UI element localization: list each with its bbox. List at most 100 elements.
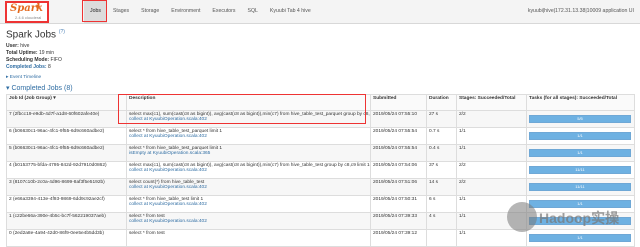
watermark-text: Hadoop实操	[539, 210, 620, 226]
description-link[interactable]: collect at KyuubiOperation.scala:402	[129, 168, 368, 173]
stages-cell: 2/2	[456, 178, 527, 196]
submitted-cell: 2019/05/24 07:55:54	[370, 127, 427, 145]
description-cell: select count(*) from hive_table_test coll…	[126, 178, 371, 196]
tasks-cell: 11/11	[526, 178, 635, 196]
description-cell: select * from hive_table_test_parquet li…	[126, 144, 371, 162]
tasks-progress-label: 11/11	[575, 184, 585, 189]
job-summary: User: hive Total Uptime: 19 min Scheduli…	[6, 43, 62, 71]
nav-tabs: Jobs Stages Storage Environment Executor…	[84, 0, 317, 23]
column-header-tasks[interactable]: Tasks (for all stages): Succeeded/Total	[526, 94, 635, 111]
stages-cell: 2/2	[456, 110, 527, 128]
submitted-cell: 2019/05/24 07:51:06	[370, 178, 427, 196]
completed-jobs-link[interactable]: Completed Jobs:	[6, 64, 47, 70]
submitted-cell: 2019/05/24 07:55:10	[370, 110, 427, 128]
stages-cell: 1/1	[456, 127, 527, 145]
event-timeline-toggle[interactable]: ▸ Event Timeline	[6, 75, 41, 80]
description-link[interactable]: isEmpty at KyuubiOperation.scala:365	[129, 151, 368, 156]
table-row: 7 (2fbcc19-e9db-4d7f-a1d8-60f602afe40e) s…	[6, 110, 635, 128]
job-id-cell[interactable]: 3 (8107c10b-2c0a-4d96-8699-8af3f5e5192b)	[6, 178, 127, 196]
job-id-cell[interactable]: 4 (b0153775-bfda-4795-842d-92d7910d0862)	[6, 161, 127, 179]
tasks-cell: 1/1	[526, 144, 635, 162]
tab-jobs[interactable]: Jobs	[84, 0, 107, 23]
tasks-progress-bar: 1/1	[529, 132, 631, 140]
column-header-description[interactable]: Description	[126, 94, 371, 111]
description-link[interactable]: collect at KyuubiOperation.scala:402	[129, 185, 368, 190]
description-cell: select * from test	[126, 229, 371, 247]
tasks-cell: 5/5	[526, 110, 635, 128]
spark-logo[interactable]: Spark ✸ 2.4.6 clouderal	[5, 1, 49, 23]
event-timeline-label: Event Timeline	[9, 75, 42, 80]
expand-arrow-icon: ▸	[6, 75, 9, 80]
column-header-stages[interactable]: Stages: Succeeded/Total	[456, 94, 527, 111]
description-link[interactable]: collect at KyuubiOperation.scala:402	[129, 134, 368, 139]
tasks-cell: 1/1	[526, 127, 635, 145]
job-id-cell[interactable]: 2 (e66a3394-413e-4f93-9869-6dd9c92ae2cf)	[6, 195, 127, 213]
duration-cell: 27 s	[426, 110, 457, 128]
submitted-cell: 2019/05/24 07:55:54	[370, 144, 427, 162]
table-header-row: Job Id (Job Group) ▾ Description Submitt…	[6, 94, 635, 111]
stages-cell: 2/2	[456, 161, 527, 179]
job-id-cell[interactable]: 5 (b06630c1-96ac-4fc1-9f55-6d9c660adbe2)	[6, 144, 127, 162]
user-label: User:	[6, 43, 19, 49]
description-text: select * from test	[129, 231, 165, 236]
tasks-progress-bar: 1/1	[529, 149, 631, 157]
table-row: 4 (b0153775-bfda-4795-842d-92d7910d0862)…	[6, 161, 635, 179]
duration-cell: 0.7 s	[426, 127, 457, 145]
column-header-job-id[interactable]: Job Id (Job Group) ▾	[6, 94, 127, 111]
job-id-cell[interactable]: 7 (2fbcc19-e9db-4d7f-a1d8-60f602afe40e)	[6, 110, 127, 128]
tasks-progress-bar: 11/11	[529, 183, 631, 191]
tab-environment[interactable]: Environment	[165, 0, 206, 23]
tab-executors[interactable]: Executors	[206, 0, 241, 23]
submitted-cell: 2019/05/24 07:54:06	[370, 161, 427, 179]
collapse-arrow-icon: ▾	[6, 85, 10, 92]
uptime-label: Total Uptime:	[6, 50, 38, 56]
tasks-progress-label: 5/5	[577, 116, 583, 121]
description-cell: select max(c1), sum(cast(c8 as bigint)),…	[126, 110, 371, 128]
description-link[interactable]: collect at KyuubiOperation.scala:402	[129, 219, 368, 224]
tab-sql[interactable]: SQL	[242, 0, 264, 23]
stages-cell: 1/1	[456, 144, 527, 162]
duration-cell: 6 s	[426, 195, 457, 213]
submitted-cell: 2019/05/24 07:50:31	[370, 195, 427, 213]
description-link[interactable]: collect at KyuubiOperation.scala:402	[129, 117, 368, 122]
tasks-progress-bar: 5/5	[529, 115, 631, 123]
scheduling-mode-label: Scheduling Mode:	[6, 57, 50, 63]
tab-storage[interactable]: Storage	[135, 0, 165, 23]
column-header-submitted[interactable]: Submitted	[370, 94, 427, 111]
duration-cell: 14 s	[426, 178, 457, 196]
watermark-logo-icon	[507, 202, 537, 232]
scheduling-mode-value: FIFO	[50, 57, 62, 63]
tab-stages[interactable]: Stages	[107, 0, 135, 23]
completed-jobs-section-toggle[interactable]: ▾ Completed Jobs (8)	[6, 84, 73, 92]
tasks-progress-label: 1/1	[577, 133, 583, 138]
tab-kyuubi[interactable]: Kyuubi Tab 4 hive	[264, 0, 317, 23]
help-link[interactable]: (?)	[59, 29, 65, 35]
submitted-cell: 2019/05/24 07:39:12	[370, 229, 427, 247]
job-id-cell[interactable]: 0 (2ed2a8e-4a94-42d0-86f9-0ee5e4b5dd3b)	[6, 229, 127, 247]
description-cell: select * from hive_table_test_parquet li…	[126, 127, 371, 145]
completed-jobs-heading: Completed Jobs (8)	[11, 85, 73, 92]
uptime-value: 19 min	[38, 50, 54, 56]
application-user-info: kyuubi|hive|172.31.13.38|10009 applicati…	[527, 8, 634, 14]
job-id-cell[interactable]: 6 (b06630c1-96ac-4fc1-9f55-6d9c660adbe2)	[6, 127, 127, 145]
column-header-duration[interactable]: Duration	[426, 94, 457, 111]
spark-version: 2.4.6 clouderal	[15, 15, 42, 20]
tasks-progress-bar: 11/11	[529, 166, 631, 174]
duration-cell: 37 s	[426, 161, 457, 179]
submitted-cell: 2019/05/24 07:39:33	[370, 212, 427, 230]
completed-jobs-value: 8	[47, 64, 51, 70]
spark-star-icon: ✸	[35, 4, 41, 11]
table-row: 5 (b06630c1-96ac-4fc1-9f55-6d9c660adbe2)…	[6, 144, 635, 162]
user-value: hive	[20, 43, 30, 49]
tasks-cell: 11/11	[526, 161, 635, 179]
top-navbar: Spark ✸ 2.4.6 clouderal Jobs Stages Stor…	[0, 0, 640, 24]
tasks-progress-label: 1/1	[577, 150, 583, 155]
table-row: 3 (8107c10b-2c0a-4d96-8699-8af3f5e5192b)…	[6, 178, 635, 196]
description-cell: select * from test collect at KyuubiOpera…	[126, 212, 371, 230]
description-cell: select * from hive_table_test limit 1 col…	[126, 195, 371, 213]
job-id-cell[interactable]: 1 (c22be66a-390e-4b5c-bc7f-562219037aeb)	[6, 212, 127, 230]
description-link[interactable]: collect at KyuubiOperation.scala:402	[129, 202, 368, 207]
duration-cell: 0.4 s	[426, 144, 457, 162]
description-cell: select max(c1), sum(cast(c8 as bigint)),…	[126, 161, 371, 179]
page-title-text: Spark Jobs	[6, 29, 57, 41]
